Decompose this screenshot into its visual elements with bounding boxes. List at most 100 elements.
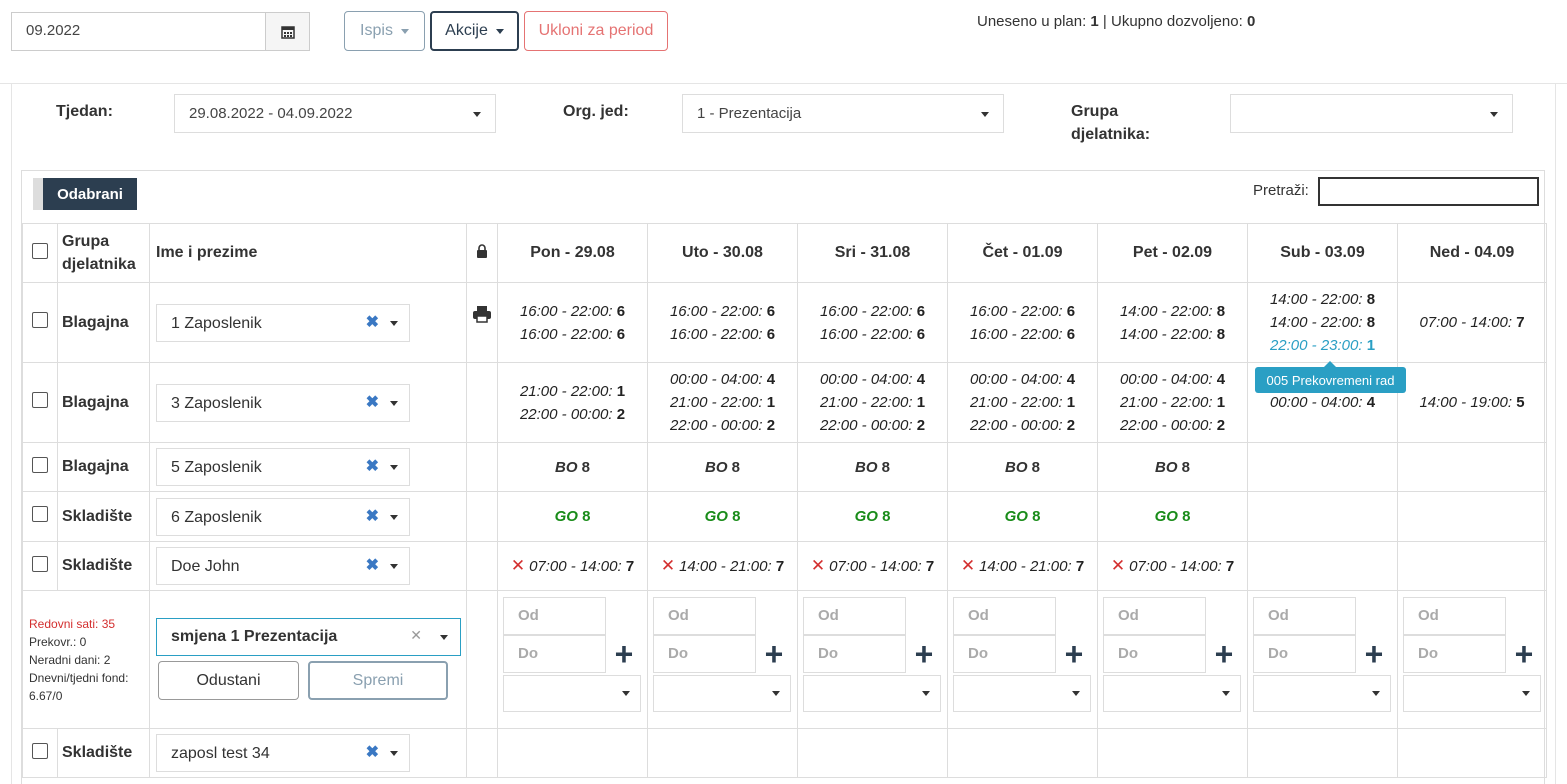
delete-icon[interactable]: ✕ <box>661 556 675 575</box>
empty-cell[interactable] <box>497 728 648 778</box>
type-select[interactable] <box>803 675 941 712</box>
row-checkbox[interactable] <box>32 312 48 328</box>
row-checkbox[interactable] <box>32 742 48 759</box>
shift-cell[interactable]: 14:00 - 22:00: 8 14:00 - 22:00: 8 22:00 - … <box>1247 282 1398 363</box>
month-picker[interactable]: 09.2022 <box>11 12 310 51</box>
do-input[interactable]: Do <box>1253 635 1356 673</box>
do-input[interactable]: Do <box>653 635 756 673</box>
absence-cell[interactable]: BO 8 <box>797 442 948 492</box>
employee-select[interactable]: 3 Zaposlenik ✖ <box>156 383 410 422</box>
empty-cell[interactable] <box>1247 491 1398 542</box>
plus-icon[interactable]: + <box>910 638 938 670</box>
od-input[interactable]: Od <box>803 597 906 635</box>
empty-cell[interactable] <box>1397 728 1547 778</box>
clear-icon[interactable]: ✖ <box>366 456 379 476</box>
plus-icon[interactable]: + <box>1060 638 1088 670</box>
ispis-button[interactable]: Ispis <box>344 11 425 51</box>
empty-cell[interactable] <box>797 728 948 778</box>
do-input[interactable]: Do <box>503 635 606 673</box>
row-checkbox[interactable] <box>32 392 48 408</box>
month-value[interactable]: 09.2022 <box>12 13 265 50</box>
clear-icon[interactable]: ✖ <box>366 742 379 762</box>
do-input[interactable]: Do <box>1103 635 1206 673</box>
plus-icon[interactable]: + <box>610 638 638 670</box>
akcije-button[interactable]: Akcije <box>430 11 519 51</box>
empty-cell[interactable] <box>647 728 798 778</box>
clear-icon[interactable]: ✖ <box>366 312 379 332</box>
tjedan-select[interactable]: 29.08.2022 - 04.09.2022 <box>174 94 496 133</box>
plus-icon[interactable]: + <box>1510 638 1538 670</box>
empty-cell[interactable] <box>1397 541 1547 591</box>
od-input[interactable]: Od <box>1403 597 1506 635</box>
shift-cell[interactable]: 21:00 - 22:00: 1 22:00 - 00:00: 2 <box>497 362 648 443</box>
shift-cell[interactable]: 00:00 - 04:00: 4 21:00 - 22:00: 1 22:00 - … <box>947 362 1098 443</box>
shift-cell[interactable]: 00:00 - 04:00: 4 21:00 - 22:00: 1 22:00 - … <box>1097 362 1248 443</box>
odustani-button[interactable]: Odustani <box>158 661 299 700</box>
print-icon[interactable] <box>472 305 492 323</box>
select-all-checkbox[interactable] <box>32 242 48 259</box>
empty-cell[interactable] <box>1247 728 1398 778</box>
od-input[interactable]: Od <box>953 597 1056 635</box>
employee-select[interactable]: zaposl test 34 ✖ <box>156 734 410 772</box>
shift-cell[interactable]: ✕ 07:00 - 14:00: 7 <box>797 541 948 591</box>
row-checkbox[interactable] <box>32 555 48 572</box>
shift-cell[interactable]: 16:00 - 22:00: 6 16:00 - 22:00: 6 <box>797 282 948 363</box>
absence-cell[interactable]: GO 8 <box>947 491 1098 542</box>
delete-icon[interactable]: ✕ <box>511 556 525 575</box>
shift-cell[interactable]: 00:00 - 04:00: 4 21:00 - 22:00: 1 22:00 - … <box>647 362 798 443</box>
shift-cell[interactable]: 16:00 - 22:00: 6 16:00 - 22:00: 6 <box>647 282 798 363</box>
shift-cell[interactable]: 07:00 - 14:00: 7 <box>1397 282 1547 363</box>
row-checkbox[interactable] <box>32 506 48 522</box>
search-input[interactable] <box>1318 177 1539 206</box>
ukloni-button[interactable]: Ukloni za period <box>524 11 668 51</box>
grupa-select[interactable] <box>1230 94 1513 133</box>
empty-cell[interactable] <box>1247 442 1398 492</box>
shift-cell[interactable]: ✕ 07:00 - 14:00: 7 <box>1097 541 1248 591</box>
type-select[interactable] <box>1403 675 1541 712</box>
delete-icon[interactable]: ✕ <box>961 556 975 575</box>
do-input[interactable]: Do <box>803 635 906 673</box>
type-select[interactable] <box>503 675 641 712</box>
employee-select[interactable]: 1 Zaposlenik ✖ <box>156 303 410 342</box>
org-select[interactable]: 1 - Prezentacija <box>682 94 1004 133</box>
shift-cell[interactable]: 14:00 - 22:00: 8 14:00 - 22:00: 8 <box>1097 282 1248 363</box>
type-select[interactable] <box>953 675 1091 712</box>
od-input[interactable]: Od <box>1253 597 1356 635</box>
employee-select[interactable]: 6 Zaposlenik ✖ <box>156 497 410 536</box>
shift-cell[interactable]: 14:00 - 19:00: 5 <box>1397 362 1547 443</box>
type-select[interactable] <box>653 675 791 712</box>
plus-icon[interactable]: + <box>1210 638 1238 670</box>
do-input[interactable]: Do <box>1403 635 1506 673</box>
empty-cell[interactable] <box>1397 442 1547 492</box>
plus-icon[interactable]: + <box>1360 638 1388 670</box>
absence-cell[interactable]: BO 8 <box>647 442 798 492</box>
type-select[interactable] <box>1103 675 1241 712</box>
od-input[interactable]: Od <box>503 597 606 635</box>
odabrani-button[interactable]: Odabrani <box>33 178 137 210</box>
absence-cell[interactable]: BO 8 <box>1097 442 1248 492</box>
clear-icon[interactable]: ✖ <box>366 506 379 526</box>
plus-icon[interactable]: + <box>760 638 788 670</box>
shift-cell[interactable]: ✕ 14:00 - 21:00: 7 <box>947 541 1098 591</box>
shift-cell[interactable]: ✕ 14:00 - 21:00: 7 <box>647 541 798 591</box>
shift-cell[interactable]: 16:00 - 22:00: 6 16:00 - 22:00: 6 <box>497 282 648 363</box>
empty-cell[interactable] <box>1247 541 1398 591</box>
absence-cell[interactable]: GO 8 <box>497 491 648 542</box>
clear-icon[interactable]: ✖ <box>366 392 379 412</box>
empty-cell[interactable] <box>947 728 1098 778</box>
absence-cell[interactable]: BO 8 <box>497 442 648 492</box>
absence-cell[interactable]: GO 8 <box>647 491 798 542</box>
employee-select[interactable]: 5 Zaposlenik ✖ <box>156 448 410 486</box>
shift-cell[interactable]: 16:00 - 22:00: 6 16:00 - 22:00: 6 <box>947 282 1098 363</box>
spremi-button[interactable]: Spremi <box>308 661 448 700</box>
od-input[interactable]: Od <box>1103 597 1206 635</box>
clear-icon[interactable]: ✖ <box>366 555 379 575</box>
empty-cell[interactable] <box>1397 491 1547 542</box>
absence-cell[interactable]: BO 8 <box>947 442 1098 492</box>
row-checkbox[interactable] <box>32 456 48 473</box>
absence-cell[interactable]: GO 8 <box>1097 491 1248 542</box>
type-select[interactable] <box>1253 675 1391 712</box>
delete-icon[interactable]: ✕ <box>1111 556 1125 575</box>
delete-icon[interactable]: ✕ <box>811 556 825 575</box>
shift-template-select[interactable]: smjena 1 Prezentacija ✕ <box>156 618 461 656</box>
